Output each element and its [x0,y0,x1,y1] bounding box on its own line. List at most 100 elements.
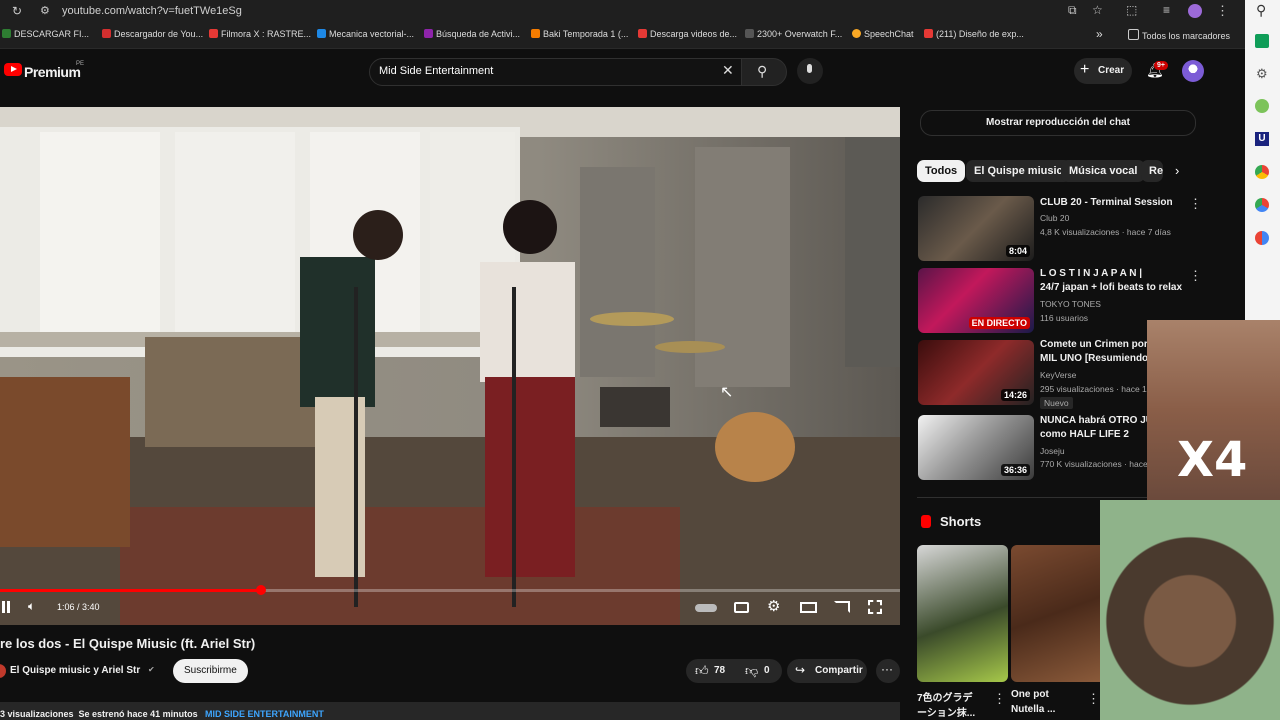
theater-mode-icon[interactable] [800,602,817,613]
search-button[interactable]: ⚲ [741,58,787,86]
pause-icon[interactable] [2,601,10,613]
video-title-line2[interactable]: 24/7 japan + lofi beats to relax [1040,281,1190,295]
video-progress-handle[interactable] [256,585,266,595]
extension-u-icon[interactable]: U [1255,132,1269,146]
youtube-logo-icon[interactable] [4,63,22,76]
video-time: 1:06 / 3:40 [57,602,100,612]
reload-icon[interactable]: ↻ [12,4,22,18]
star-icon[interactable]: ☆ [1092,3,1103,17]
video-meta: 3 visualizaciones Se estrenó hace 41 min… [0,709,198,719]
description-link[interactable]: MID SIDE ENTERTAINMENT [205,709,324,719]
chrome-profile-icon[interactable] [1255,231,1269,245]
video-meta: 295 visualizaciones · hace 1 [1040,384,1147,394]
bookmark-icon [924,29,933,38]
voice-search-button[interactable] [797,58,823,84]
bookmark-icon [317,29,326,38]
video-title[interactable]: CLUB 20 - Terminal Session [1040,196,1190,210]
short-title[interactable]: 7色のグラデ [917,689,973,704]
url-field[interactable]: youtube.com/watch?v=fuetTWe1eSg [62,5,242,17]
bookmark-item[interactable]: Baki Temporada 1 (... [531,29,628,39]
sheets-icon[interactable] [1255,34,1269,48]
create-button[interactable]: + Crear [1074,58,1132,84]
chrome-icon[interactable] [1255,165,1269,179]
chip-musica-vocal[interactable]: Música vocal [1061,160,1146,182]
video-thumbnail[interactable]: 8:04 [918,196,1034,261]
video-channel[interactable]: KeyVerse [1040,370,1076,380]
more-options-icon[interactable] [1189,196,1202,212]
subtitles-icon[interactable] [734,602,749,613]
short-title-line2[interactable]: ーション抹... [917,704,975,719]
video-channel[interactable]: TOKYO TONES [1040,299,1101,309]
more-actions-button[interactable]: ··· [876,659,900,683]
video-thumbnail[interactable]: 36:36 [918,415,1034,480]
all-bookmarks-button[interactable]: Todos los marcadores [1128,29,1230,41]
chrome-profile-icon[interactable] [1255,198,1269,212]
chat-replay-button[interactable]: Mostrar reproducción del chat [920,110,1196,136]
bookmark-item[interactable]: SpeechChat [852,29,914,39]
subscribe-button[interactable]: Suscribirme [173,659,248,683]
autoplay-toggle[interactable] [695,604,717,612]
channel-name[interactable]: El Quispe miusic y Ariel Str [10,665,140,676]
volume-icon[interactable]: 🔈︎ [28,599,35,614]
bookmark-icon [102,29,111,38]
settings-gear-icon[interactable]: ⚙ [767,597,780,615]
chip-more[interactable]: Re [1141,160,1163,182]
extensions-icon[interactable]: ⬚ [1126,3,1137,17]
bookmark-item[interactable]: Búsqueda de Activi... [424,29,520,39]
short-thumbnail[interactable] [1011,545,1100,682]
menu-icon[interactable]: ⋮ [1216,3,1229,19]
channel-avatar[interactable] [0,664,6,678]
video-player[interactable]: 🔈︎ 1:06 / 3:40 ⚙ ↖ [0,107,900,625]
dislike-count[interactable]: 0 [764,665,770,676]
chips-next-icon[interactable]: › [1175,163,1179,178]
short-thumbnail[interactable] [917,545,1008,682]
bookmark-item[interactable]: Filmora X : RASTRE... [209,29,311,39]
bookmark-icon [2,29,11,38]
profile-icon[interactable] [1188,4,1202,18]
more-options-icon[interactable] [993,691,1006,707]
video-thumbnail[interactable]: 14:26 [918,340,1034,405]
clear-search-icon[interactable]: ✕ [722,62,734,79]
video-channel[interactable]: Club 20 [1040,213,1069,223]
share-icon: ↪ [795,663,806,677]
share-label: Compartir [815,665,863,676]
laughing-man-overlay: X4 [1147,320,1280,500]
bookmark-item[interactable]: Mecanica vectorial-... [317,29,414,39]
search-icon[interactable]: ⚲ [1256,2,1266,19]
media-icon[interactable]: ≡ [1163,3,1170,17]
thumbs-up-icon[interactable]: 👍︎ [695,663,709,679]
cast-icon[interactable] [834,601,850,613]
share-button[interactable]: ↪ Compartir [787,659,867,683]
extension-green-icon[interactable] [1255,99,1269,113]
video-duration: 36:36 [1000,464,1030,476]
thumbs-down-icon[interactable]: 👎︎ [745,663,758,679]
bookmark-item[interactable]: (211) Diseño de exp... [924,29,1024,39]
bookmark-item[interactable]: Descarga videos de... [638,29,737,39]
fullscreen-icon[interactable] [868,600,882,614]
chip-all[interactable]: Todos [917,160,966,182]
bookmark-item[interactable]: 2300+ Overwatch F... [745,29,842,39]
search-input[interactable]: Mid Side Entertainment ✕ [369,58,743,86]
bookmark-item[interactable]: DESCARGAR FI... [2,29,89,39]
video-channel[interactable]: Joseju [1040,446,1065,456]
more-bookmarks-button[interactable]: » [1096,27,1103,41]
video-progress-track[interactable] [0,585,900,595]
video-meta: 4,8 K visualizaciones · hace 7 días [1040,227,1171,237]
verified-icon: ✔ [148,665,155,674]
video-duration: 8:04 [1005,245,1030,257]
site-info-icon[interactable]: ⚙ [40,4,50,17]
short-title-line2[interactable]: Nutella ... [1011,704,1055,715]
video-title[interactable]: L O S T I N J A P A N | [1040,267,1190,281]
region-label: PE [76,61,85,67]
more-options-icon[interactable] [1189,268,1202,284]
like-count[interactable]: 78 [714,665,725,676]
avatar[interactable] [1182,60,1204,82]
chip-el-quispe-miusic[interactable]: El Quispe miusic [966,160,1071,182]
more-options-icon[interactable] [1087,691,1100,707]
search-value: Mid Side Entertainment [379,65,494,77]
bookmark-item[interactable]: Descargador de You... [102,29,203,39]
install-icon[interactable]: ⧉ [1068,3,1077,18]
video-thumbnail[interactable]: EN DIRECTO [918,268,1034,333]
gear-icon[interactable]: ⚙ [1256,66,1268,82]
short-title[interactable]: One pot [1011,689,1049,700]
